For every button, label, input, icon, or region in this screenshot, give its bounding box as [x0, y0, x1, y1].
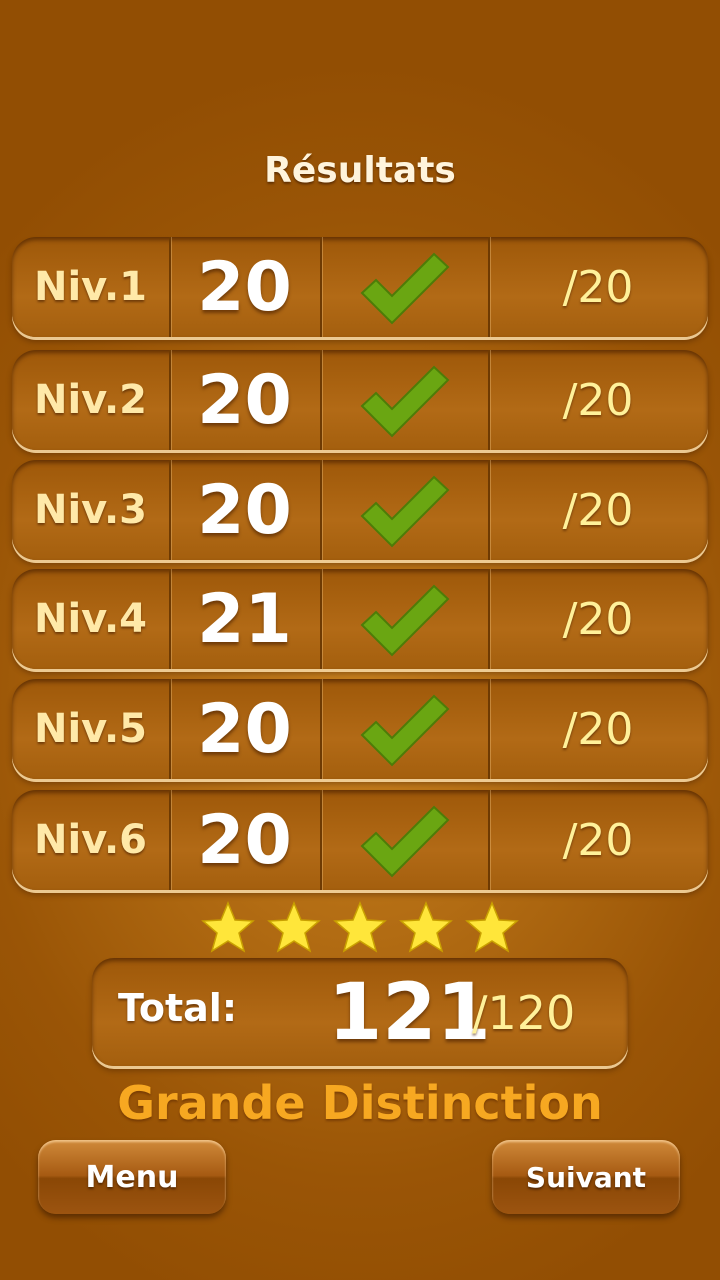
level-score: 20	[197, 800, 292, 880]
total-max: /120	[472, 986, 576, 1040]
level-max: /20	[562, 374, 634, 426]
level-label: Niv.3	[33, 487, 148, 533]
check-icon	[320, 460, 488, 560]
rating-stars	[200, 900, 520, 956]
level-label: Niv.4	[33, 596, 148, 642]
level-label: Niv.1	[33, 264, 148, 310]
level-score: 20	[197, 689, 292, 769]
level-max: /20	[562, 703, 634, 755]
star-icon	[398, 900, 454, 956]
level-max: /20	[562, 814, 634, 866]
level-label: Niv.6	[33, 817, 148, 863]
level-score: 20	[197, 360, 292, 440]
next-button[interactable]: Suivant	[492, 1140, 680, 1214]
star-icon	[332, 900, 388, 956]
star-icon	[266, 900, 322, 956]
star-icon	[200, 900, 256, 956]
total-label: Total:	[118, 986, 238, 1030]
level-max: /20	[562, 484, 634, 536]
result-row: Niv.2 20/20	[12, 350, 708, 450]
total-value: 121	[328, 968, 491, 1058]
result-row: Niv.1 20/20	[12, 237, 708, 337]
star-icon	[464, 900, 520, 956]
result-row: Niv.6 20/20	[12, 790, 708, 890]
level-max: /20	[562, 593, 634, 645]
check-icon	[320, 790, 488, 890]
menu-button[interactable]: Menu	[38, 1140, 226, 1214]
level-score: 20	[197, 247, 292, 327]
check-icon	[320, 237, 488, 337]
check-icon	[320, 679, 488, 779]
check-icon	[320, 569, 488, 669]
level-label: Niv.5	[33, 706, 148, 752]
result-row: Niv.4 21/20	[12, 569, 708, 669]
level-label: Niv.2	[33, 377, 148, 423]
total-box: Total: 121 /120	[92, 958, 628, 1066]
result-row: Niv.3 20/20	[12, 460, 708, 560]
results-title: Résultats	[264, 150, 456, 191]
level-max: /20	[562, 261, 634, 313]
level-score: 21	[197, 579, 292, 659]
result-row: Niv.5 20/20	[12, 679, 708, 779]
level-score: 20	[197, 470, 292, 550]
check-icon	[320, 350, 488, 450]
distinction-text: Grande Distinction	[117, 1076, 603, 1130]
